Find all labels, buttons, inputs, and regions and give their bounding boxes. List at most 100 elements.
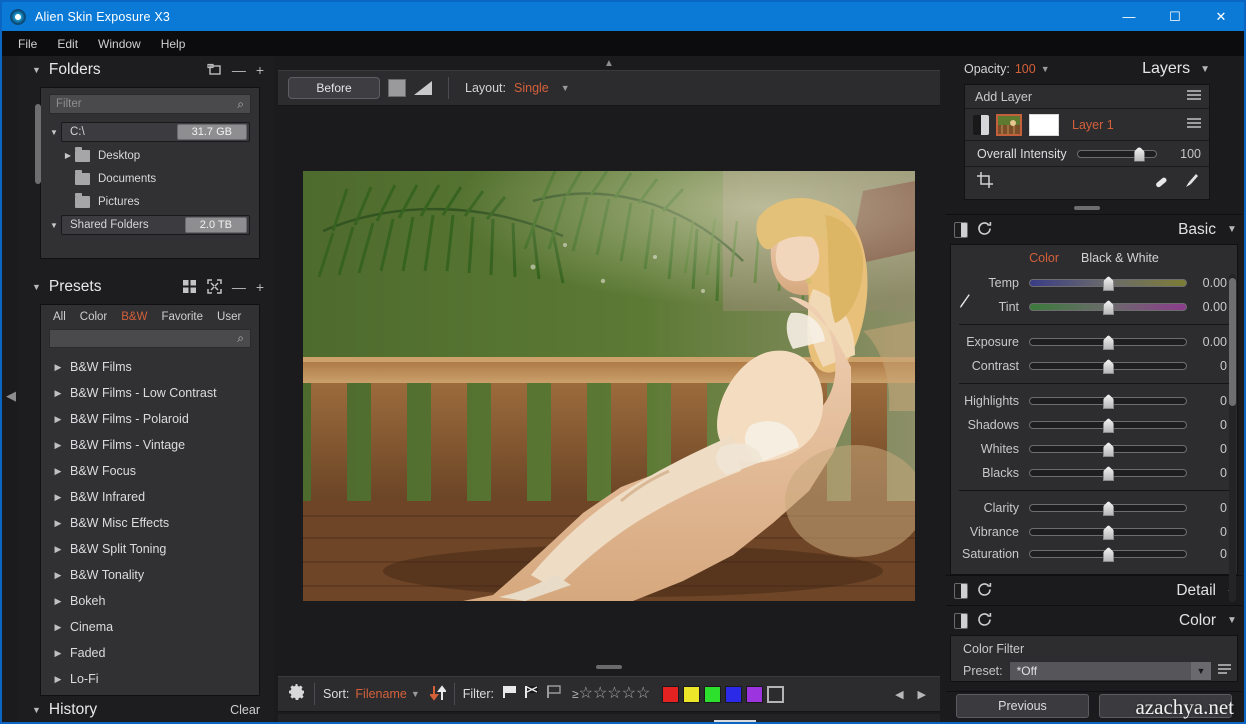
reset-icon[interactable]	[977, 221, 992, 239]
grid-view-icon[interactable]	[182, 279, 197, 296]
presets-add-icon[interactable]: +	[256, 280, 264, 294]
slider-knob[interactable]	[1103, 501, 1114, 516]
slider-track-shadows[interactable]	[1029, 421, 1187, 429]
top-panel-handle[interactable]: ▲	[604, 58, 614, 69]
slider-track-blacks[interactable]	[1029, 469, 1187, 477]
preset-menu-icon[interactable]	[1218, 664, 1231, 678]
rating-star-1[interactable]: ☆	[579, 686, 593, 702]
expand-all-icon[interactable]: +	[256, 63, 264, 77]
color-collapse-caret[interactable]: ▼	[1226, 615, 1238, 626]
slider-knob[interactable]	[1103, 466, 1114, 481]
history-panel-header[interactable]: ▼ History Clear	[18, 696, 274, 724]
layer-mask-thumbnail[interactable]	[1029, 114, 1059, 136]
slider-knob[interactable]	[1103, 276, 1114, 291]
layer-menu-icon[interactable]	[1187, 118, 1201, 131]
preset-tab-user[interactable]: User	[217, 311, 241, 323]
filmstrip-thumbnail[interactable]	[413, 720, 455, 724]
preset-item[interactable]: ▶B&W Films - Low Contrast	[41, 380, 259, 406]
history-collapse-caret[interactable]: ▼	[32, 705, 41, 715]
right-panel-scrollbar[interactable]	[1229, 278, 1236, 406]
preset-expand-caret[interactable]: ▶	[53, 570, 63, 581]
preset-item[interactable]: ▶B&W Films	[41, 354, 259, 380]
color-label-red[interactable]	[662, 686, 679, 703]
previous-image-arrow[interactable]: ◀	[895, 688, 903, 701]
crop-tool-icon[interactable]	[977, 172, 993, 192]
detail-section-header[interactable]: Detail ◀	[946, 575, 1242, 605]
flag-reject-icon[interactable]	[524, 685, 540, 704]
preset-tab-bw[interactable]: B&W	[121, 311, 147, 323]
filmstrip-thumbnail[interactable]	[327, 720, 369, 724]
slider-track-clarity[interactable]	[1029, 504, 1187, 512]
chevron-down-icon[interactable]: ▼	[1191, 662, 1211, 680]
preset-expand-caret[interactable]: ▶	[53, 492, 63, 503]
slider-knob[interactable]	[1103, 547, 1114, 562]
slider-knob[interactable]	[1103, 418, 1114, 433]
presets-collapse-all-icon[interactable]: —	[232, 280, 246, 294]
drive-row-c[interactable]: ▼ C:\ 31.7 GB	[41, 120, 259, 144]
compare-wedge-icon[interactable]	[414, 81, 432, 95]
add-folder-icon[interactable]	[207, 63, 222, 78]
basic-section-header[interactable]: Basic ▼	[946, 214, 1242, 244]
slider-knob[interactable]	[1103, 300, 1114, 315]
filmstrip-thumbnail[interactable]	[542, 720, 584, 724]
presets-search-input[interactable]: ⌕	[49, 329, 251, 348]
preset-expand-caret[interactable]: ▶	[53, 596, 63, 607]
layer-visibility-icon[interactable]	[973, 115, 989, 135]
flag-unflagged-icon[interactable]	[546, 685, 562, 704]
previous-button[interactable]: Previous	[956, 694, 1089, 718]
eraser-tool-icon[interactable]	[1153, 172, 1170, 193]
overall-intensity-slider[interactable]	[1077, 150, 1157, 158]
preset-tab-favorite[interactable]: Favorite	[161, 311, 203, 323]
color-label-green[interactable]	[704, 686, 721, 703]
shared-folders-caret[interactable]: ▼	[47, 221, 61, 230]
maximize-button[interactable]: ☐	[1152, 2, 1198, 31]
color-filter-preset-select[interactable]: *Off ▼	[1009, 661, 1212, 681]
preset-expand-caret[interactable]: ▶	[53, 440, 63, 451]
slider-knob[interactable]	[1103, 359, 1114, 374]
rating-operator[interactable]: ≥	[572, 687, 579, 701]
slider-knob[interactable]	[1103, 442, 1114, 457]
mode-black-and-white[interactable]: Black & White	[1081, 251, 1159, 265]
flag-pick-icon[interactable]	[502, 685, 518, 704]
preset-item[interactable]: ▶Cinema	[41, 614, 259, 640]
add-layer-row[interactable]: Add Layer	[965, 85, 1209, 109]
layers-collapse-caret[interactable]: ▼	[1200, 64, 1210, 75]
preset-item[interactable]: ▶B&W Films - Vintage	[41, 432, 259, 458]
preset-expand-caret[interactable]: ▶	[53, 362, 63, 373]
sort-direction-icon[interactable]	[430, 684, 446, 705]
folders-scrollbar[interactable]	[35, 104, 41, 184]
filmstrip-thumbnail[interactable]	[843, 720, 885, 724]
reset-icon[interactable]	[977, 582, 992, 600]
before-button[interactable]: Before	[288, 77, 380, 99]
minimize-button[interactable]: —	[1106, 2, 1152, 31]
filmstrip-thumbnail[interactable]	[757, 720, 799, 724]
desktop-expand-caret[interactable]: ▶	[61, 151, 75, 160]
compare-square-icon[interactable]	[388, 79, 406, 97]
preset-item[interactable]: ▶Lo-Fi	[41, 666, 259, 692]
collapse-all-icon[interactable]: —	[232, 63, 246, 77]
preset-expand-caret[interactable]: ▶	[53, 544, 63, 555]
filmstrip-thumbnail[interactable]	[714, 720, 756, 724]
preset-item[interactable]: ▶B&W Infrared	[41, 484, 259, 510]
layer-row[interactable]: Layer 1	[965, 109, 1209, 141]
filmstrip-thumbnail[interactable]	[585, 720, 627, 724]
preset-expand-caret[interactable]: ▶	[53, 648, 63, 659]
color-label-purple[interactable]	[746, 686, 763, 703]
color-label-blue[interactable]	[725, 686, 742, 703]
color-section-header[interactable]: Color ▼	[946, 605, 1242, 635]
opacity-value[interactable]: 100	[1015, 62, 1036, 76]
reset-button[interactable]	[1099, 694, 1232, 718]
filmstrip[interactable]	[278, 714, 940, 724]
mode-color[interactable]: Color	[1029, 251, 1059, 265]
rating-star-4[interactable]: ☆	[622, 686, 636, 702]
next-image-arrow[interactable]: ▶	[918, 688, 926, 701]
rating-star-3[interactable]: ☆	[607, 686, 621, 702]
layer-name[interactable]: Layer 1	[1072, 118, 1114, 132]
slider-track-exposure[interactable]	[1029, 338, 1187, 346]
slider-knob[interactable]	[1134, 147, 1145, 162]
slider-track-tint[interactable]	[1029, 303, 1187, 311]
hamburger-menu-icon[interactable]	[1187, 90, 1201, 103]
preset-expand-caret[interactable]: ▶	[53, 674, 63, 685]
filmstrip-thumbnail[interactable]	[886, 720, 928, 724]
none-label-icon[interactable]	[767, 686, 784, 703]
